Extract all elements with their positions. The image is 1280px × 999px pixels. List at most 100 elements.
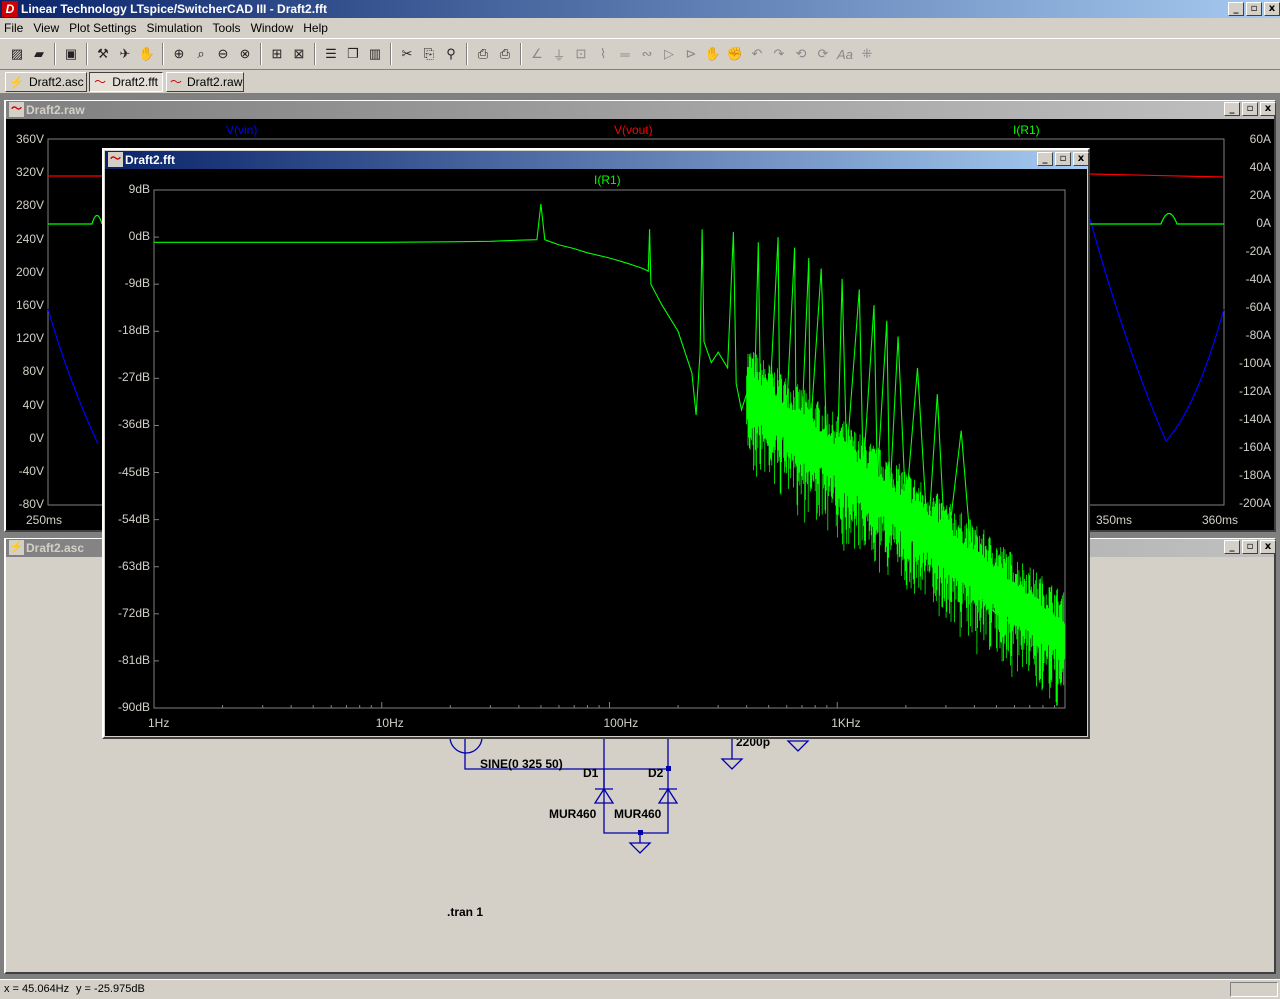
d2-model-label[interactable]: MUR460 — [614, 807, 661, 821]
redo-icon[interactable]: ↷ — [768, 43, 790, 65]
d1-label[interactable]: D1 — [583, 766, 598, 780]
tile-vertical-icon[interactable]: ▥ — [364, 43, 386, 65]
menu-tools[interactable]: Tools — [213, 21, 241, 35]
zoom-fit-icon[interactable]: ⊠ — [288, 43, 310, 65]
raw-left-axis-tick: 120V — [15, 331, 44, 346]
open-icon[interactable]: ▰ — [28, 43, 50, 65]
toolbar-separator — [466, 43, 468, 65]
menu-help[interactable]: Help — [303, 21, 328, 35]
fft-window-titlebar[interactable]: 〜 Draft2.fft _ ▫ x — [105, 151, 1089, 169]
menu-bar: File View Plot Settings Simulation Tools… — [0, 18, 1280, 38]
tile-horizontal-icon[interactable]: ☰ — [320, 43, 342, 65]
ir1-trace-left — [48, 214, 103, 225]
menu-view[interactable]: View — [33, 21, 59, 35]
new-schematic-icon[interactable]: ▨ — [6, 43, 28, 65]
save-icon[interactable]: ▣ — [60, 43, 82, 65]
spice-directive-icon[interactable]: ⁜ — [856, 43, 878, 65]
raw-window-titlebar[interactable]: 〜 Draft2.raw _ ▫ x — [6, 101, 1276, 119]
cascade-icon[interactable]: ❐ — [342, 43, 364, 65]
close-button[interactable]: x — [1264, 2, 1280, 16]
halt-icon[interactable]: ✋ — [136, 43, 158, 65]
fft-trace-label[interactable]: I(R1) — [594, 173, 621, 187]
raw-minimize-button[interactable]: _ — [1224, 102, 1240, 116]
asc-close-button[interactable]: x — [1260, 540, 1276, 554]
component-icon[interactable]: ⊳ — [680, 43, 702, 65]
autorange-icon[interactable]: ⊞ — [266, 43, 288, 65]
print-preview-icon[interactable]: ⎙ — [472, 43, 494, 65]
tab-draft2-asc[interactable]: ⚡ Draft2.asc — [5, 72, 87, 92]
run-icon[interactable]: ✈ — [114, 43, 136, 65]
fft-maximize-button[interactable]: ▫ — [1055, 152, 1071, 166]
capacitor-icon[interactable]: ═ — [614, 43, 636, 65]
asc-maximize-button[interactable]: ▫ — [1242, 540, 1258, 554]
source-value-label[interactable]: SINE(0 325 50) — [480, 757, 563, 771]
menu-window[interactable]: Window — [251, 21, 294, 35]
cut-icon[interactable]: ✂ — [396, 43, 418, 65]
d2-label[interactable]: D2 — [648, 766, 663, 780]
control-panel-icon[interactable]: ⚒ — [92, 43, 114, 65]
text-icon[interactable]: Aa — [834, 43, 856, 65]
fft-y-tick-label: 9dB — [128, 182, 150, 196]
raw-right-axis-tick: -80A — [1245, 328, 1271, 342]
undo-icon[interactable]: ↶ — [746, 43, 768, 65]
app-titlebar[interactable]: D Linear Technology LTspice/SwitcherCAD … — [0, 0, 1280, 18]
diode-icon[interactable]: ▷ — [658, 43, 680, 65]
tran-directive[interactable]: .tran 1 — [447, 905, 483, 919]
fft-x-tick-label: 1Hz — [148, 716, 170, 730]
tab-draft2-fft[interactable]: 〜 Draft2.fft — [89, 72, 163, 92]
menu-plot-settings[interactable]: Plot Settings — [69, 21, 136, 35]
raw-left-axis-tick: 160V — [15, 298, 44, 312]
wire-icon[interactable]: ∠ — [526, 43, 548, 65]
rotate-icon[interactable]: ⟲ — [790, 43, 812, 65]
vin-trace-left — [47, 308, 99, 445]
resistor-icon[interactable]: ⌇ — [592, 43, 614, 65]
fft-y-tick-label: -90dB — [117, 700, 150, 714]
fft-close-button[interactable]: x — [1073, 152, 1089, 166]
menu-file[interactable]: File — [4, 21, 23, 35]
asc-minimize-button[interactable]: _ — [1224, 540, 1240, 554]
size-grip[interactable] — [1230, 982, 1278, 997]
zoom-in-icon[interactable]: ⊕ — [168, 43, 190, 65]
zoom-area-icon[interactable]: ⌕ — [190, 43, 212, 65]
toolbar-separator — [260, 43, 262, 65]
copy-icon[interactable]: ⎘ — [418, 43, 440, 65]
move-icon[interactable]: ✋ — [702, 43, 724, 65]
fft-minimize-button[interactable]: _ — [1037, 152, 1053, 166]
ground-symbol — [628, 833, 652, 854]
raw-x-tick: 350ms — [1096, 513, 1133, 527]
print-icon[interactable]: ⎙ — [494, 43, 516, 65]
find-icon[interactable]: ⚲ — [440, 43, 462, 65]
raw-right-axis-tick: 0A — [1256, 216, 1271, 230]
trace-label-vout[interactable]: V(vout) — [614, 123, 653, 137]
trace-label-vin[interactable]: V(vin) — [226, 123, 257, 137]
restore-button[interactable]: ▫ — [1246, 2, 1262, 16]
fft-x-tick-label: 1KHz — [831, 716, 861, 730]
fft-plot-svg[interactable] — [105, 169, 1087, 736]
inductor-icon[interactable]: ∾ — [636, 43, 658, 65]
mirror-icon[interactable]: ⟳ — [812, 43, 834, 65]
menu-simulation[interactable]: Simulation — [147, 21, 203, 35]
raw-left-axis-tick: 360V — [15, 132, 44, 146]
vin-trace-right — [1089, 218, 1225, 443]
junction-dot — [666, 766, 671, 771]
tab-label: Draft2.asc — [28, 75, 84, 89]
tab-label: Draft2.raw — [187, 75, 243, 89]
tab-draft2-raw[interactable]: 〜 Draft2.raw — [166, 72, 244, 92]
zoom-out-icon[interactable]: ⊖ — [212, 43, 234, 65]
ground-icon[interactable]: ⏚ — [548, 43, 570, 65]
d1-model-label[interactable]: MUR460 — [549, 807, 596, 821]
fft-noise-floor — [746, 352, 1065, 706]
voltage-source-symbol — [449, 736, 483, 754]
trace-label-ir1[interactable]: I(R1) — [1013, 123, 1040, 137]
junction-dot — [638, 830, 643, 835]
raw-right-axis-tick: -160A — [1238, 440, 1271, 454]
minimize-button[interactable]: _ — [1228, 2, 1244, 16]
raw-right-axis-tick: -60A — [1245, 300, 1271, 314]
label-icon[interactable]: ⊡ — [570, 43, 592, 65]
drag-icon[interactable]: ✊ — [724, 43, 746, 65]
ltspice-logo-icon: D — [2, 1, 18, 17]
raw-close-button[interactable]: x — [1260, 102, 1276, 116]
raw-maximize-button[interactable]: ▫ — [1242, 102, 1258, 116]
zoom-cancel-icon[interactable]: ⊗ — [234, 43, 256, 65]
fft-y-tick-label: -36dB — [117, 417, 150, 432]
